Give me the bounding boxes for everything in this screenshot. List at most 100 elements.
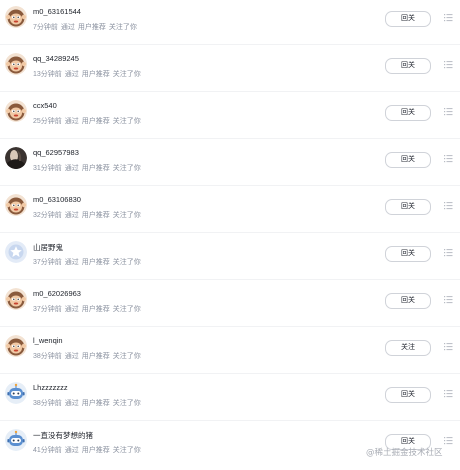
- via-text: 通过: [64, 118, 79, 125]
- user-name[interactable]: Lhzzzzzzz: [33, 383, 68, 392]
- notification-meta: 25分钟前 通过 用户推荐 关注了你: [33, 116, 141, 126]
- source-text: 用户推荐: [81, 165, 110, 172]
- notification-meta: 38分钟前 通过 用户推荐 关注了你: [33, 398, 141, 408]
- source-text: 用户推荐: [81, 118, 110, 125]
- time-text: 32分钟前: [33, 212, 62, 219]
- source-text: 用户推荐: [81, 447, 110, 454]
- list-item[interactable]: qq_34289245 13分钟前 通过 用户推荐 关注了你 回关: [0, 47, 460, 94]
- divider: [0, 232, 460, 233]
- more-list-icon[interactable]: [444, 248, 453, 257]
- via-text: 通过: [60, 24, 75, 31]
- notification-meta: 41分钟前 通过 用户推荐 关注了你: [33, 445, 141, 455]
- watermark: @稀土掘金技术社区: [366, 448, 443, 458]
- time-text: 25分钟前: [33, 118, 62, 125]
- follow-back-button[interactable]: 回关: [385, 105, 431, 121]
- via-text: 通过: [64, 447, 79, 454]
- follow-back-button[interactable]: 回关: [385, 246, 431, 262]
- avatar-monkey[interactable]: [5, 100, 27, 122]
- action-text: 关注了你: [112, 306, 141, 313]
- user-name[interactable]: l_wenqin: [33, 336, 63, 345]
- user-name[interactable]: m0_63161544: [33, 7, 81, 16]
- avatar-monkey[interactable]: [5, 194, 27, 216]
- list-item[interactable]: m0_63106830 32分钟前 通过 用户推荐 关注了你 回关: [0, 188, 460, 235]
- user-name[interactable]: 山居野鬼: [33, 242, 63, 253]
- action-text: 关注了你: [112, 212, 141, 219]
- source-text: 用户推荐: [81, 212, 110, 219]
- avatar-monkey[interactable]: [5, 6, 27, 28]
- avatar-photo[interactable]: [5, 147, 27, 169]
- via-text: 通过: [64, 259, 79, 266]
- more-list-icon[interactable]: [444, 436, 453, 445]
- avatar-monkey[interactable]: [5, 53, 27, 75]
- source-text: 用户推荐: [81, 353, 110, 360]
- time-text: 31分钟前: [33, 165, 62, 172]
- list-item[interactable]: Lhzzzzzzz 38分钟前 通过 用户推荐 关注了你 回关: [0, 376, 460, 423]
- via-text: 通过: [64, 212, 79, 219]
- list-item[interactable]: ccx540 25分钟前 通过 用户推荐 关注了你 回关: [0, 94, 460, 141]
- via-text: 通过: [64, 71, 79, 78]
- user-name[interactable]: ccx540: [33, 101, 57, 110]
- more-list-icon[interactable]: [444, 201, 453, 210]
- action-text: 关注了你: [112, 353, 141, 360]
- avatar-monkey[interactable]: [5, 288, 27, 310]
- notification-meta: 7分钟前 通过 用户推荐 关注了你: [33, 22, 137, 32]
- action-text: 关注了你: [112, 165, 141, 172]
- action-text: 关注了你: [112, 118, 141, 125]
- time-text: 13分钟前: [33, 71, 62, 78]
- divider: [0, 326, 460, 327]
- more-list-icon[interactable]: [444, 389, 453, 398]
- list-item[interactable]: qq_62957983 31分钟前 通过 用户推荐 关注了你 回关: [0, 141, 460, 188]
- notification-meta: 37分钟前 通过 用户推荐 关注了你: [33, 257, 141, 267]
- avatar-monkey[interactable]: [5, 335, 27, 357]
- time-text: 7分钟前: [33, 24, 58, 31]
- follow-back-button[interactable]: 回关: [385, 199, 431, 215]
- list-item[interactable]: m0_63161544 7分钟前 通过 用户推荐 关注了你 回关: [0, 0, 460, 47]
- action-text: 关注了你: [108, 24, 137, 31]
- time-text: 41分钟前: [33, 447, 62, 454]
- divider: [0, 420, 460, 421]
- follow-back-button[interactable]: 回关: [385, 293, 431, 309]
- user-name[interactable]: qq_34289245: [33, 54, 79, 63]
- user-name[interactable]: 一直没有梦想的猪: [33, 430, 93, 441]
- time-text: 37分钟前: [33, 306, 62, 313]
- user-name[interactable]: qq_62957983: [33, 148, 79, 157]
- time-text: 38分钟前: [33, 400, 62, 407]
- source-text: 用户推荐: [81, 306, 110, 313]
- divider: [0, 185, 460, 186]
- user-name[interactable]: m0_62026963: [33, 289, 81, 298]
- list-item[interactable]: m0_62026963 37分钟前 通过 用户推荐 关注了你 回关: [0, 282, 460, 329]
- source-text: 用户推荐: [77, 24, 106, 31]
- more-list-icon[interactable]: [444, 154, 453, 163]
- avatar-robot[interactable]: [5, 382, 27, 404]
- more-list-icon[interactable]: [444, 13, 453, 22]
- list-item[interactable]: 山居野鬼 37分钟前 通过 用户推荐 关注了你 回关: [0, 235, 460, 282]
- time-text: 37分钟前: [33, 259, 62, 266]
- time-text: 38分钟前: [33, 353, 62, 360]
- via-text: 通过: [64, 306, 79, 313]
- action-text: 关注了你: [112, 400, 141, 407]
- user-name[interactable]: m0_63106830: [33, 195, 81, 204]
- more-list-icon[interactable]: [444, 60, 453, 69]
- more-list-icon[interactable]: [444, 295, 453, 304]
- follow-back-button[interactable]: 关注: [385, 340, 431, 356]
- follow-back-button[interactable]: 回关: [385, 58, 431, 74]
- follow-back-button[interactable]: 回关: [385, 152, 431, 168]
- divider: [0, 138, 460, 139]
- action-text: 关注了你: [112, 447, 141, 454]
- follow-back-button[interactable]: 回关: [385, 387, 431, 403]
- notification-meta: 31分钟前 通过 用户推荐 关注了你: [33, 163, 141, 173]
- notification-meta: 37分钟前 通过 用户推荐 关注了你: [33, 304, 141, 314]
- via-text: 通过: [64, 400, 79, 407]
- list-item[interactable]: l_wenqin 38分钟前 通过 用户推荐 关注了你 关注: [0, 329, 460, 376]
- follow-back-button[interactable]: 回关: [385, 11, 431, 27]
- more-list-icon[interactable]: [444, 107, 453, 116]
- action-text: 关注了你: [112, 259, 141, 266]
- source-text: 用户推荐: [81, 400, 110, 407]
- source-text: 用户推荐: [81, 259, 110, 266]
- divider: [0, 373, 460, 374]
- action-text: 关注了你: [112, 71, 141, 78]
- avatar-robot[interactable]: [5, 429, 27, 451]
- notification-meta: 32分钟前 通过 用户推荐 关注了你: [33, 210, 141, 220]
- more-list-icon[interactable]: [444, 342, 453, 351]
- avatar-star[interactable]: [5, 241, 27, 263]
